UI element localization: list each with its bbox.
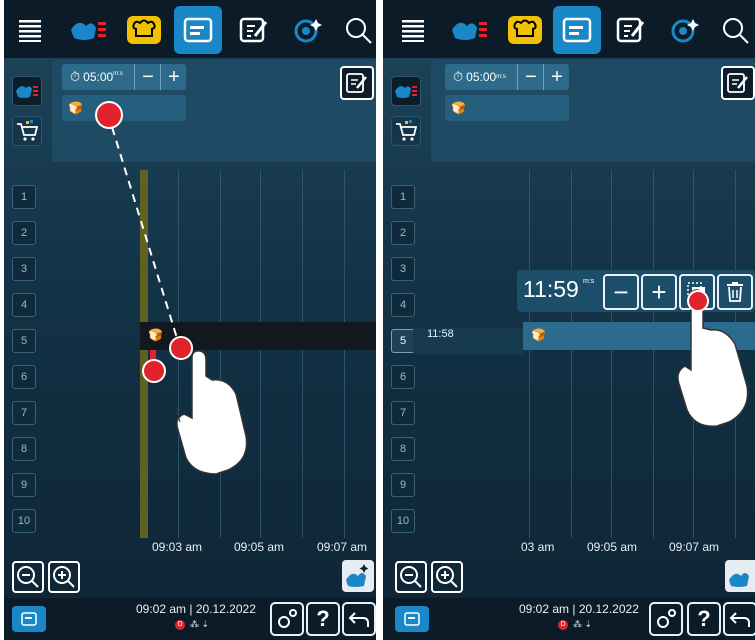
chef-hat-icon[interactable]: [501, 8, 549, 52]
status-bar: 09:02 am | 20.12.2022 D ⁂ ⇣ ?: [383, 598, 755, 640]
help-icon[interactable]: ?: [306, 602, 340, 636]
cooking-pathways-icon[interactable]: [445, 8, 493, 52]
settings-icon[interactable]: [649, 602, 683, 636]
planner-content: ⏱ 05:00 m:s − + 🍞 1 2 3 4 5 6 7 8 9 10 1…: [383, 58, 755, 598]
back-icon[interactable]: [342, 602, 376, 636]
cleaning-icon[interactable]: [661, 8, 709, 52]
cooking-assistant-icon[interactable]: [725, 560, 755, 592]
edit-icon[interactable]: [607, 8, 655, 52]
top-nav-bar: [383, 0, 755, 58]
status-datetime: 09:02 am | 20.12.2022: [136, 602, 256, 616]
edit-icon[interactable]: [230, 8, 278, 52]
chef-hat-icon[interactable]: [120, 8, 168, 52]
drag-path-illustration: [107, 113, 248, 475]
planner-status-icon[interactable]: [395, 606, 429, 632]
settings-icon[interactable]: [270, 602, 304, 636]
top-nav-bar: [4, 0, 376, 58]
search-icon[interactable]: [334, 8, 376, 52]
demo-mode-icon: D: [558, 620, 568, 630]
help-icon[interactable]: ?: [687, 602, 721, 636]
status-datetime: 09:02 am | 20.12.2022: [519, 602, 639, 616]
panel-left: ⏱ 05:00 m:s − + 🍞 1 2 3 4 5 6 7 8 9 10 🍞: [4, 0, 376, 640]
tap-hand-illustration: [677, 289, 749, 427]
menu-icon[interactable]: [389, 8, 437, 52]
panel-right: ⏱ 05:00 m:s − + 🍞 1 2 3 4 5 6 7 8 9 10 1…: [383, 0, 755, 640]
planner-icon[interactable]: [553, 6, 601, 54]
cooking-pathways-icon[interactable]: [64, 8, 112, 52]
cooking-assistant-icon[interactable]: [342, 560, 374, 592]
back-icon[interactable]: [723, 602, 755, 636]
network-icon: ⁂ ⇣: [573, 619, 593, 629]
tap-point: [687, 290, 709, 312]
planner-content: ⏱ 05:00 m:s − + 🍞 1 2 3 4 5 6 7 8 9 10 🍞: [4, 58, 376, 598]
drag-start-point: [95, 101, 123, 129]
menu-icon[interactable]: [6, 8, 54, 52]
demo-mode-icon: D: [175, 620, 185, 630]
drag-end-point: [169, 336, 193, 360]
zoom-in-icon[interactable]: [48, 561, 80, 593]
zoom-in-icon[interactable]: [431, 561, 463, 593]
status-bar: 09:02 am | 20.12.2022 D ⁂ ⇣ ?: [4, 598, 376, 640]
network-icon: ⁂ ⇣: [190, 619, 210, 629]
zoom-out-icon[interactable]: [12, 561, 44, 593]
planner-status-icon[interactable]: [12, 606, 46, 632]
zoom-out-icon[interactable]: [395, 561, 427, 593]
search-icon[interactable]: [711, 8, 755, 52]
cleaning-icon[interactable]: [284, 8, 332, 52]
planner-icon[interactable]: [174, 6, 222, 54]
